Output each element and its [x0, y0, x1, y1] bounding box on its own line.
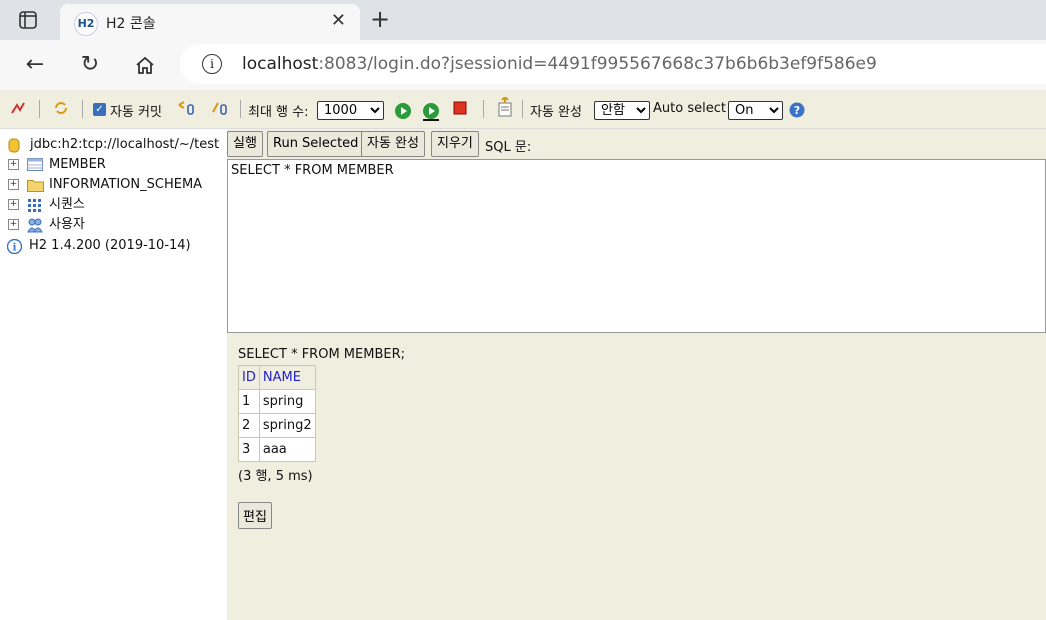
- toolbar-separator: [82, 100, 83, 118]
- version-label: H2 1.4.200 (2019-10-14): [29, 238, 191, 253]
- svg-text:?: ?: [794, 104, 800, 117]
- browser-nav-bar: ← ↻ i localhost:8083/login.do?jsessionid…: [0, 40, 1046, 90]
- toolbar-separator: [522, 100, 523, 118]
- expand-icon[interactable]: +: [8, 159, 19, 170]
- run-button[interactable]: 실행: [227, 131, 263, 157]
- table-cell: spring2: [258, 413, 316, 438]
- expand-icon[interactable]: +: [8, 219, 19, 230]
- max-rows-label: 최대 행 수:: [248, 105, 309, 120]
- clear-button[interactable]: 지우기: [431, 131, 479, 157]
- auto-complete-label: 자동 완성: [530, 105, 582, 120]
- folder-icon: [27, 178, 44, 192]
- auto-complete-select[interactable]: 안함: [594, 101, 650, 120]
- toolbar-separator: [240, 100, 241, 118]
- refresh-icon[interactable]: [53, 100, 69, 116]
- h2-favicon-icon: H2: [74, 12, 98, 36]
- auto-commit-checkbox[interactable]: ✓: [93, 103, 106, 116]
- table-cell: 2: [238, 413, 260, 438]
- h2-toolbar: ✓ 자동 커밋 최대 행 수: 1000 자동 완성 안함 Auto selec…: [0, 90, 1046, 129]
- toolbar-separator: [39, 100, 40, 118]
- auto-complete-button[interactable]: 자동 완성: [361, 131, 425, 157]
- sql-editor-text[interactable]: SELECT * FROM MEMBER: [231, 163, 394, 178]
- tree-item-sequences[interactable]: + 시퀀스: [8, 195, 85, 215]
- query-panel: 실행 Run Selected 자동 완성 지우기 SQL 문: SELECT …: [227, 129, 1046, 620]
- new-tab-icon[interactable]: +: [370, 5, 390, 33]
- schema-tree: jdbc:h2:tcp://localhost/~/test + MEMBER +…: [0, 129, 226, 620]
- disconnect-icon[interactable]: [10, 100, 26, 116]
- auto-commit-label: 자동 커밋: [110, 105, 162, 120]
- toolbar-separator: [483, 100, 484, 118]
- info-icon: i: [6, 238, 23, 254]
- table-header-row: ID NAME: [238, 365, 316, 390]
- sql-editor[interactable]: SELECT * FROM MEMBER: [227, 159, 1046, 333]
- result-sql: SELECT * FROM MEMBER;: [238, 347, 405, 362]
- table-cell: 3: [238, 437, 260, 462]
- table-cell: spring: [258, 389, 316, 414]
- home-icon[interactable]: [130, 50, 160, 80]
- column-header[interactable]: ID: [238, 365, 260, 390]
- tree-item-information-schema[interactable]: + INFORMATION_SCHEMA: [8, 175, 202, 195]
- history-icon[interactable]: [496, 95, 512, 117]
- run-icon[interactable]: [394, 102, 411, 119]
- tab-actions-icon[interactable]: [18, 10, 38, 30]
- address-bar[interactable]: i localhost:8083/login.do?jsessionid=449…: [180, 44, 1046, 84]
- result-table: ID NAME 1 spring 2 spring2 3 aaa: [238, 365, 316, 462]
- browser-tab[interactable]: H2 H2 콘솔 ✕: [60, 4, 360, 40]
- url-text[interactable]: localhost:8083/login.do?jsessionid=4491f…: [242, 54, 877, 74]
- auto-select-label: Auto select: [653, 101, 726, 116]
- database-icon: [8, 138, 24, 152]
- expand-icon[interactable]: +: [8, 199, 19, 210]
- tree-item-label: 시퀀스: [49, 197, 85, 212]
- table-icon: [27, 157, 43, 172]
- users-icon: [27, 218, 43, 232]
- rollback-icon[interactable]: [177, 100, 194, 116]
- edit-button[interactable]: 편집: [238, 502, 272, 529]
- auto-select-select[interactable]: On: [728, 101, 783, 120]
- commit-icon[interactable]: [210, 100, 227, 116]
- max-rows-select[interactable]: 1000: [317, 101, 384, 120]
- tree-item-label: INFORMATION_SCHEMA: [49, 177, 203, 192]
- table-row: 2 spring2: [238, 413, 316, 438]
- table-row: 1 spring: [238, 389, 316, 414]
- stop-icon[interactable]: [452, 100, 468, 116]
- sequence-icon: [27, 198, 43, 212]
- query-button-row: 실행 Run Selected 자동 완성 지우기 SQL 문:: [227, 129, 1046, 159]
- browser-tab-bar: H2 H2 콘솔 ✕ +: [0, 0, 1046, 40]
- tab-title: H2 콘솔: [106, 16, 156, 32]
- table-cell: aaa: [258, 437, 316, 462]
- tab-close-icon[interactable]: ✕: [331, 10, 346, 31]
- reload-icon[interactable]: ↻: [75, 50, 105, 80]
- svg-text:i: i: [13, 242, 17, 253]
- back-icon[interactable]: ←: [20, 50, 50, 80]
- run-selected-button[interactable]: Run Selected: [267, 131, 365, 157]
- sql-statement-label: SQL 문:: [485, 140, 532, 155]
- table-row: 3 aaa: [238, 437, 316, 462]
- site-info-icon[interactable]: i: [202, 54, 222, 74]
- tree-item-member[interactable]: + MEMBER: [8, 155, 106, 175]
- row-count: (3 행, 5 ms): [238, 469, 313, 484]
- help-icon[interactable]: ?: [789, 102, 805, 118]
- tree-item-label: MEMBER: [49, 157, 106, 172]
- table-cell: 1: [238, 389, 260, 414]
- tree-version: i H2 1.4.200 (2019-10-14): [6, 236, 191, 256]
- column-header[interactable]: NAME: [258, 365, 316, 390]
- connection-label: jdbc:h2:tcp://localhost/~/test: [30, 137, 220, 152]
- tree-connection[interactable]: jdbc:h2:tcp://localhost/~/test: [8, 135, 219, 155]
- tree-item-users[interactable]: + 사용자: [8, 215, 85, 235]
- expand-icon[interactable]: +: [8, 179, 19, 190]
- run-selected-icon[interactable]: [421, 102, 439, 121]
- tree-item-label: 사용자: [49, 217, 85, 232]
